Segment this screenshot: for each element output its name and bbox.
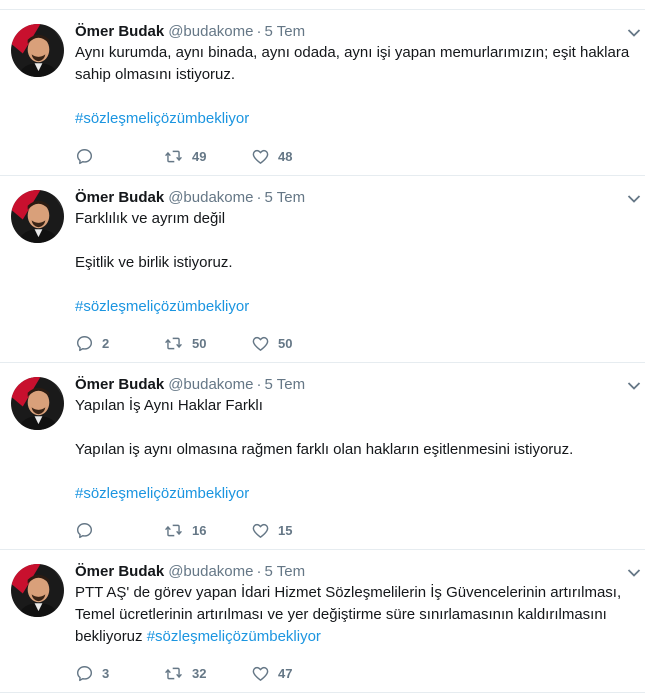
tweet-text: Aynı kurumda, aynı binada, aynı odada, a… — [75, 42, 633, 130]
tweet-actions: 2 50 50 — [75, 333, 375, 353]
tweet-feed: Ömer Budak @budakome · 5 Tem Aynı kurumda, … — [0, 0, 645, 693]
tweet-actions: 16 15 — [75, 520, 375, 540]
tweet-content: Ömer Budak @budakome · 5 Tem Yapılan İş Ayn… — [75, 375, 633, 505]
tweet-text-line: Eşitlik ve birlik istiyoruz. — [75, 254, 233, 271]
heart-icon — [251, 147, 270, 166]
avatar[interactable] — [11, 377, 64, 430]
like-count: 48 — [278, 148, 293, 164]
reply-button[interactable]: 3 — [75, 664, 163, 683]
tweet-actions: 3 32 47 — [75, 663, 375, 683]
chevron-down-icon[interactable] — [627, 381, 641, 391]
tweet-text-line: Farklılık ve ayrım değil — [75, 210, 226, 227]
tweet[interactable]: Ömer Budak @budakome · 5 Tem Aynı kurumda, … — [0, 10, 645, 176]
like-button[interactable]: 47 — [251, 664, 339, 683]
reply-icon — [75, 147, 94, 166]
tweet-text-line: Yapılan İş Aynı Haklar Farklı — [75, 397, 263, 414]
tweet-content: Ömer Budak @budakome · 5 Tem Aynı kurumda, … — [75, 22, 633, 130]
tweet-timestamp[interactable]: 5 Tem — [264, 23, 305, 40]
reply-button[interactable]: 2 — [75, 334, 163, 353]
tweet-text: Farklılık ve ayrım değil Eşitlik ve birl… — [75, 208, 633, 318]
tweet-header: Ömer Budak @budakome · 5 Tem — [75, 188, 633, 208]
hashtag-link[interactable]: #sözleşmeliçözümbekliyor — [75, 110, 249, 127]
avatar[interactable] — [11, 24, 64, 77]
reply-button[interactable] — [75, 521, 163, 540]
retweet-button[interactable]: 16 — [163, 521, 251, 540]
chevron-down-icon[interactable] — [627, 568, 641, 578]
tweet-text-line: PTT AŞ' de görev yapan İdari Hizmet Sözl… — [75, 584, 622, 601]
author-handle[interactable]: @budakome — [168, 376, 253, 393]
feed-top-border — [0, 0, 645, 10]
author-name[interactable]: Ömer Budak — [75, 189, 164, 206]
avatar[interactable] — [11, 190, 64, 243]
author-name[interactable]: Ömer Budak — [75, 23, 164, 40]
retweet-icon — [163, 521, 184, 540]
tweet-text-line: bekliyoruz — [75, 628, 143, 645]
like-button[interactable]: 50 — [251, 334, 339, 353]
retweet-button[interactable]: 49 — [163, 147, 251, 166]
tweet-timestamp[interactable]: 5 Tem — [264, 376, 305, 393]
reply-icon — [75, 664, 94, 683]
tweet-text: PTT AŞ' de görev yapan İdari Hizmet Sözl… — [75, 582, 633, 648]
retweet-count: 49 — [192, 148, 207, 164]
avatar[interactable] — [11, 564, 64, 617]
tweet-timestamp[interactable]: 5 Tem — [264, 563, 305, 580]
tweet-header: Ömer Budak @budakome · 5 Tem — [75, 22, 633, 42]
retweet-count: 16 — [192, 522, 207, 538]
tweet[interactable]: Ömer Budak @budakome · 5 Tem PTT AŞ' de gör… — [0, 550, 645, 693]
reply-button[interactable] — [75, 147, 163, 166]
hashtag-link[interactable]: #sözleşmeliçözümbekliyor — [75, 298, 249, 315]
tweet-text-line: Yapılan iş aynı olmasına rağmen farklı o… — [75, 441, 574, 458]
tweet-text-line: Temel ücretlerinin artırılması ve yer de… — [75, 606, 607, 623]
retweet-button[interactable]: 32 — [163, 664, 251, 683]
reply-count: 3 — [102, 665, 110, 681]
tweet-text-line: Aynı kurumda, aynı binada, aynı odada, a… — [75, 44, 630, 61]
tweet[interactable]: Ömer Budak @budakome · 5 Tem Yapılan İş Ayn… — [0, 363, 645, 550]
heart-icon — [251, 334, 270, 353]
reply-count: 2 — [102, 335, 110, 351]
reply-icon — [75, 334, 94, 353]
author-handle[interactable]: @budakome — [168, 189, 253, 206]
hashtag-link[interactable]: #sözleşmeliçözümbekliyor — [147, 628, 321, 645]
retweet-count: 32 — [192, 665, 207, 681]
heart-icon — [251, 664, 270, 683]
retweet-icon — [163, 334, 184, 353]
tweet-text: Yapılan İş Aynı Haklar Farklı Yapılan iş… — [75, 395, 633, 505]
tweet-timestamp[interactable]: 5 Tem — [264, 189, 305, 206]
separator-dot: · — [256, 563, 262, 580]
tweet-text-line: sahip olmasını istiyoruz. — [75, 66, 236, 83]
tweet-header: Ömer Budak @budakome · 5 Tem — [75, 375, 633, 395]
like-count: 15 — [278, 522, 293, 538]
heart-icon — [251, 521, 270, 540]
like-button[interactable]: 48 — [251, 147, 339, 166]
separator-dot: · — [256, 189, 262, 206]
retweet-button[interactable]: 50 — [163, 334, 251, 353]
like-count: 50 — [278, 335, 293, 351]
tweet-content: Ömer Budak @budakome · 5 Tem PTT AŞ' de gör… — [75, 562, 633, 648]
reply-icon — [75, 521, 94, 540]
tweet-content: Ömer Budak @budakome · 5 Tem Farklılık ve a… — [75, 188, 633, 318]
like-count: 47 — [278, 665, 293, 681]
hashtag-link[interactable]: #sözleşmeliçözümbekliyor — [75, 485, 249, 502]
tweet[interactable]: Ömer Budak @budakome · 5 Tem Farklılık ve a… — [0, 176, 645, 363]
author-name[interactable]: Ömer Budak — [75, 376, 164, 393]
chevron-down-icon[interactable] — [627, 194, 641, 204]
author-handle[interactable]: @budakome — [168, 23, 253, 40]
author-handle[interactable]: @budakome — [168, 563, 253, 580]
retweet-count: 50 — [192, 335, 207, 351]
like-button[interactable]: 15 — [251, 521, 339, 540]
separator-dot: · — [256, 23, 262, 40]
retweet-icon — [163, 147, 184, 166]
tweet-actions: 49 48 — [75, 146, 375, 166]
chevron-down-icon[interactable] — [627, 28, 641, 38]
tweet-header: Ömer Budak @budakome · 5 Tem — [75, 562, 633, 582]
author-name[interactable]: Ömer Budak — [75, 563, 164, 580]
retweet-icon — [163, 664, 184, 683]
separator-dot: · — [256, 376, 262, 393]
